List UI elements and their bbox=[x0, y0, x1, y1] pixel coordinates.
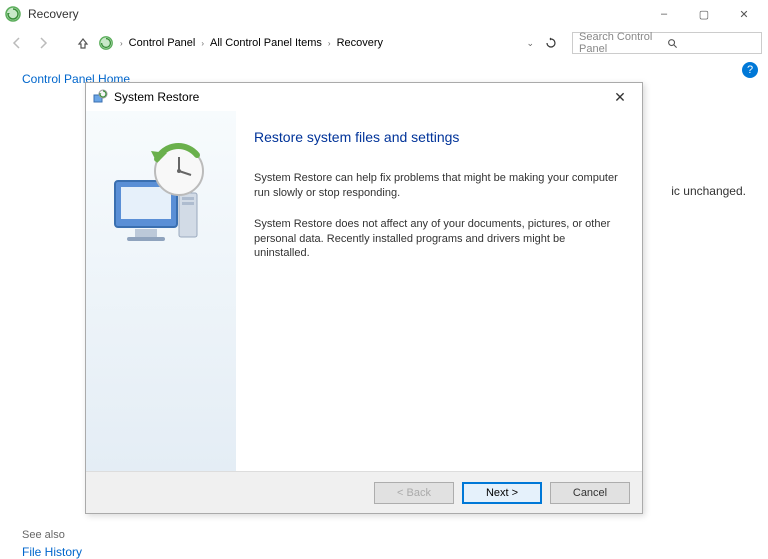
breadcrumb-icon bbox=[98, 35, 114, 51]
breadcrumb-item[interactable]: Control Panel bbox=[129, 37, 196, 49]
see-also-label: See also bbox=[22, 529, 65, 541]
maximize-button[interactable]: ▢ bbox=[684, 1, 724, 27]
background-text: ic unchanged. bbox=[671, 184, 746, 198]
dialog-close-button[interactable]: ✕ bbox=[604, 86, 636, 108]
search-icon bbox=[667, 38, 755, 49]
chevron-right-icon: › bbox=[326, 39, 333, 48]
breadcrumb: Control Panel › All Control Panel Items … bbox=[129, 37, 536, 49]
chevron-down-icon[interactable]: ⌄ bbox=[524, 38, 536, 49]
dialog-titlebar: System Restore ✕ bbox=[86, 83, 642, 111]
refresh-button[interactable] bbox=[540, 32, 562, 54]
address-bar: › Control Panel › All Control Panel Item… bbox=[0, 28, 768, 58]
file-history-link[interactable]: File History bbox=[22, 545, 82, 559]
close-window-button[interactable]: ✕ bbox=[724, 1, 764, 27]
search-input[interactable]: Search Control Panel bbox=[572, 32, 762, 54]
up-button[interactable] bbox=[72, 32, 94, 54]
next-button[interactable]: Next > bbox=[462, 482, 542, 504]
system-restore-icon bbox=[92, 89, 108, 105]
chevron-right-icon: › bbox=[199, 39, 206, 48]
dialog-content: Restore system files and settings System… bbox=[236, 111, 642, 471]
search-placeholder: Search Control Panel bbox=[579, 31, 667, 55]
system-restore-illustration bbox=[101, 141, 221, 251]
system-restore-dialog: System Restore ✕ bbox=[85, 82, 643, 514]
breadcrumb-item[interactable]: All Control Panel Items bbox=[210, 37, 322, 49]
dialog-sidebar bbox=[86, 111, 236, 471]
back-button: < Back bbox=[374, 482, 454, 504]
window-titlebar: Recovery – ▢ ✕ bbox=[0, 0, 768, 28]
back-button[interactable] bbox=[6, 32, 28, 54]
chevron-right-icon: › bbox=[118, 39, 125, 48]
dialog-paragraph: System Restore does not affect any of yo… bbox=[254, 217, 622, 262]
dialog-footer: < Back Next > Cancel bbox=[86, 471, 642, 513]
breadcrumb-item[interactable]: Recovery bbox=[337, 37, 383, 49]
dialog-paragraph: System Restore can help fix problems tha… bbox=[254, 171, 622, 201]
dialog-heading: Restore system files and settings bbox=[254, 129, 622, 145]
minimize-button[interactable]: – bbox=[644, 1, 684, 27]
forward-button[interactable] bbox=[32, 32, 54, 54]
recovery-icon bbox=[4, 5, 22, 23]
cancel-button[interactable]: Cancel bbox=[550, 482, 630, 504]
window-title: Recovery bbox=[28, 7, 644, 21]
dialog-title: System Restore bbox=[114, 90, 604, 104]
